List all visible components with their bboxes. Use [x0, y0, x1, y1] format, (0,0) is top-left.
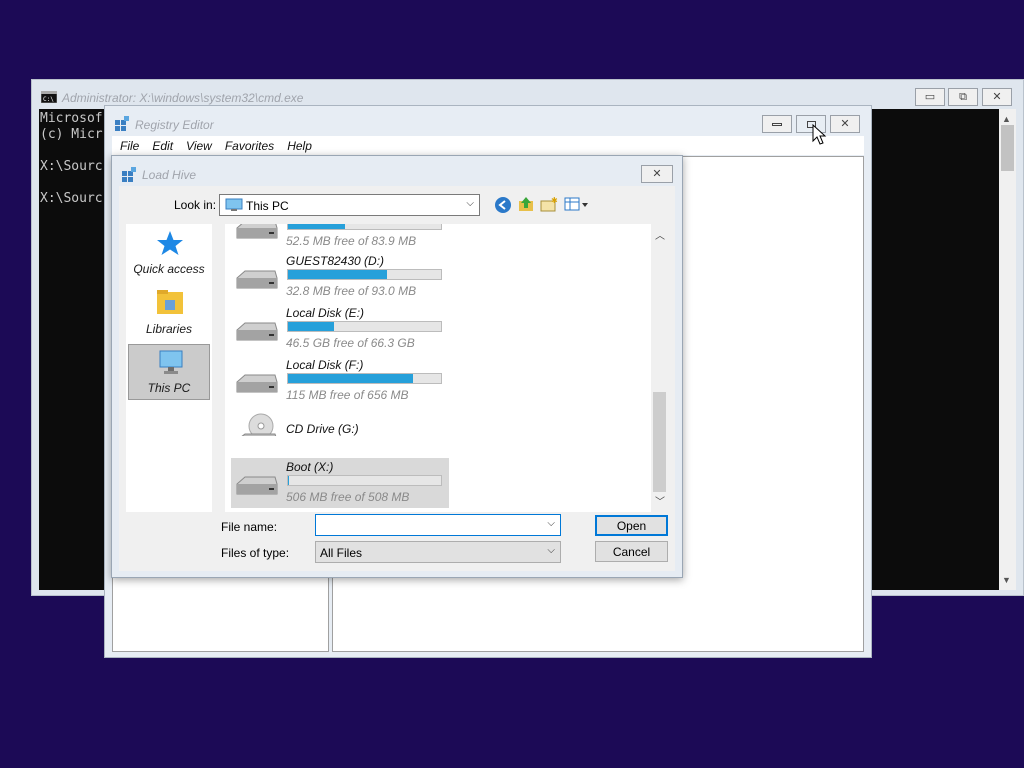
drive-item[interactable]: 52.5 MB free of 83.9 MB [231, 224, 449, 252]
place-label: Quick access [133, 262, 205, 276]
hard-drive-icon [236, 322, 278, 341]
new-folder-icon[interactable]: ✱ [540, 196, 558, 212]
drive-name: Boot (X:) [286, 460, 334, 474]
drive-usage-bar [287, 269, 442, 280]
back-arrow-icon[interactable] [494, 196, 512, 214]
places-bar: Quick access Libraries This PC [126, 224, 212, 512]
drive-item[interactable]: CD Drive (G:) [231, 408, 449, 458]
load-hive-dialog[interactable]: Load Hive ✕ Look in: This PC ⌵ ✱ Quick a… [111, 155, 683, 578]
registry-menu-bar: File Edit View Favorites Help [112, 136, 864, 155]
registry-editor-title: Registry Editor [135, 118, 214, 132]
drive-usage-bar [287, 224, 442, 230]
load-hive-close-button[interactable]: ✕ [641, 165, 673, 183]
drive-name: Local Disk (F:) [286, 358, 364, 372]
place-libraries[interactable]: Libraries [128, 284, 210, 340]
place-label: This PC [147, 381, 191, 395]
load-hive-title: Load Hive [142, 168, 197, 182]
drive-item[interactable]: Boot (X:) 506 MB free of 508 MB [231, 458, 449, 508]
drive-free-space: 46.5 GB free of 66.3 GB [286, 336, 415, 350]
place-label: Libraries [145, 322, 193, 336]
drive-usage-fill [288, 374, 414, 383]
cmd-minimize-button[interactable]: ▭ [915, 88, 945, 106]
open-button[interactable]: Open [595, 515, 668, 536]
drive-item[interactable]: Local Disk (E:) 46.5 GB free of 66.3 GB [231, 304, 449, 354]
drive-usage-fill [288, 476, 289, 485]
chevron-up-icon[interactable]: ︿ [655, 227, 665, 242]
cmd-scroll-thumb[interactable] [1001, 125, 1014, 171]
file-name-input[interactable]: ⌵ [315, 514, 561, 536]
registry-editor-icon [115, 116, 129, 131]
drive-list-scrollbar[interactable]: ︿ ﹀ [651, 224, 668, 512]
cancel-button[interactable]: Cancel [595, 541, 668, 562]
drive-usage-bar [287, 475, 442, 486]
scroll-up-icon[interactable]: ▲ [1002, 114, 1011, 124]
cd-drive-icon [241, 413, 277, 436]
drive-name: Local Disk (E:) [286, 306, 365, 320]
menu-view[interactable]: View [186, 139, 212, 153]
place-quick-access[interactable]: Quick access [128, 224, 210, 280]
cmd-scrollbar[interactable]: ▲ ▼ [999, 109, 1016, 590]
chevron-down-icon[interactable]: ⌵ [466, 198, 474, 209]
menu-favorites[interactable]: Favorites [225, 139, 274, 153]
drive-free-space: 32.8 MB free of 93.0 MB [286, 284, 417, 298]
files-of-type-select[interactable]: All Files ⌵ [315, 541, 561, 563]
svg-text:✱: ✱ [551, 196, 558, 205]
drive-usage-fill [288, 224, 345, 229]
drive-usage-bar [287, 321, 442, 332]
menu-edit[interactable]: Edit [152, 139, 173, 153]
look-in-combo[interactable]: This PC ⌵ [219, 194, 480, 216]
quick-access-star-icon [157, 231, 183, 255]
look-in-label: Look in: [174, 198, 217, 212]
drive-free-space: 506 MB free of 508 MB [286, 490, 410, 504]
drive-usage-fill [288, 270, 388, 279]
drive-item[interactable]: Local Disk (F:) 115 MB free of 656 MB [231, 356, 449, 406]
file-name-label: File name: [221, 520, 278, 534]
svg-text:C:\: C:\ [43, 96, 54, 103]
cmd-close-button[interactable]: ✕ [982, 88, 1012, 106]
place-this-pc[interactable]: This PC [128, 344, 210, 400]
load-hive-icon [122, 167, 136, 182]
chevron-down-icon[interactable]: ⌵ [547, 518, 555, 529]
scroll-down-icon[interactable]: ▼ [1002, 575, 1011, 585]
files-of-type-value: All Files [320, 546, 363, 560]
drive-list[interactable]: 52.5 MB free of 83.9 MB GUEST82430 (D:) 32… [225, 224, 668, 512]
drive-name: CD Drive (G:) [286, 422, 359, 436]
drive-free-space: 115 MB free of 656 MB [286, 388, 409, 402]
up-folder-icon[interactable] [517, 195, 535, 213]
drive-item[interactable]: GUEST82430 (D:) 32.8 MB free of 93.0 MB [231, 252, 449, 302]
drive-free-space: 52.5 MB free of 83.9 MB [286, 234, 417, 248]
menu-file[interactable]: File [120, 139, 139, 153]
hard-drive-icon [236, 374, 278, 393]
menu-help[interactable]: Help [287, 139, 312, 153]
cmd-title: Administrator: X:\windows\system32\cmd.e… [62, 91, 304, 105]
registry-close-button[interactable]: ✕ [830, 115, 860, 133]
mouse-cursor-icon [812, 124, 827, 145]
cmd-maximize-button[interactable]: ⧉ [948, 88, 978, 106]
this-pc-monitor-icon [225, 198, 243, 211]
drive-usage-fill [288, 322, 334, 331]
chevron-down-icon[interactable]: ⌵ [547, 545, 555, 556]
drive-name: GUEST82430 (D:) [286, 254, 385, 268]
registry-minimize-button[interactable] [762, 115, 792, 133]
view-menu-icon[interactable] [564, 196, 590, 212]
cmd-icon: C:\ [41, 91, 57, 103]
look-in-value: This PC [246, 199, 289, 213]
files-of-type-label: Files of type: [221, 546, 290, 560]
chevron-down-icon[interactable]: ﹀ [655, 493, 665, 508]
load-hive-client: Look in: This PC ⌵ ✱ Quick access Librar… [119, 186, 675, 571]
this-pc-monitor-icon [159, 350, 183, 374]
hard-drive-icon [236, 224, 278, 239]
drive-usage-bar [287, 373, 442, 384]
hard-drive-icon [236, 270, 278, 289]
drive-list-scroll-thumb[interactable] [653, 392, 666, 492]
hard-drive-icon [236, 476, 278, 495]
libraries-folder-icon [157, 290, 183, 314]
